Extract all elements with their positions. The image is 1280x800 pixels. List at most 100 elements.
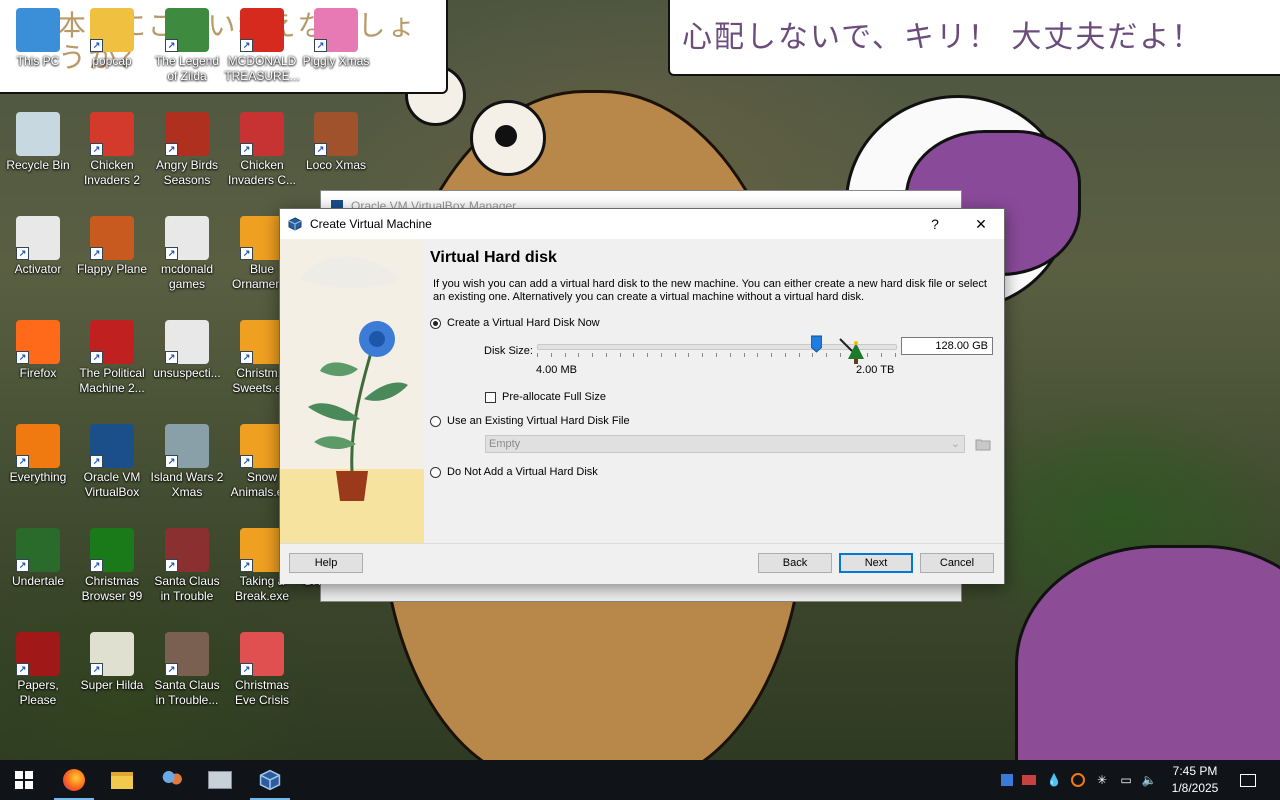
wallpaper-creature-pupil: [495, 125, 517, 147]
radio-create-hard-disk[interactable]: [430, 317, 441, 329]
speech-bubble-right: 心配しないで、キリ！ 大丈夫だよ！: [668, 0, 1280, 76]
desktop-icon[interactable]: ↗ popcap: [74, 4, 150, 100]
next-button[interactable]: Next: [839, 553, 913, 573]
disk-size-input[interactable]: 128.00 GB: [901, 337, 993, 355]
desktop-icon[interactable]: ↗ Chicken Invaders 2: [74, 108, 150, 204]
desktop-icon[interactable]: ↗ The Political Machine 2...: [74, 316, 150, 412]
people-icon: [161, 770, 183, 790]
desktop-icon-label: Super Hilda: [80, 678, 144, 692]
help-button-label: Help: [314, 557, 338, 569]
dialog-titlebar[interactable]: Create Virtual Machine ? ✕: [280, 209, 1004, 239]
santa-trouble-icon: ↗: [165, 528, 209, 572]
help-button[interactable]: Help: [289, 553, 363, 573]
desktop-icon-label: Undertale: [11, 574, 65, 588]
start-button[interactable]: [0, 760, 48, 800]
slider-tick: [771, 353, 772, 357]
slider-min-label: 4.00 MB: [536, 364, 577, 376]
option-existing-hard-disk[interactable]: Use an Existing Virtual Hard Disk File: [430, 415, 630, 427]
desktop-icon[interactable]: ↗ Christmas Browser 99: [74, 524, 150, 620]
back-button[interactable]: Back: [758, 553, 832, 573]
slider-tick: [757, 353, 758, 357]
taskbar-firefox[interactable]: [50, 760, 98, 800]
tray-truck-icon[interactable]: [1021, 772, 1037, 788]
radio-existing-hard-disk[interactable]: [430, 415, 441, 427]
cancel-button[interactable]: Cancel: [920, 553, 994, 573]
create-virtual-machine-dialog[interactable]: Create Virtual Machine ? ✕ Virtual Hard …: [279, 208, 1005, 584]
desktop-icon[interactable]: Recycle Bin: [0, 108, 76, 204]
desktop-icon[interactable]: ↗ The Legend of Zilda: [149, 4, 225, 100]
desktop-icon-label: Christmas Browser 99: [81, 574, 143, 603]
help-titlebar-button[interactable]: ?: [912, 209, 958, 239]
desktop-icon[interactable]: ↗ mcdonald games: [149, 212, 225, 308]
shortcut-arrow-icon: ↗: [16, 247, 29, 260]
scanner-icon: [208, 771, 232, 789]
taskbar-scanner[interactable]: [196, 760, 244, 800]
desktop-icon[interactable]: This PC: [0, 4, 76, 100]
desktop-icon[interactable]: ↗ MCDONALD TREASURE...: [224, 4, 300, 100]
taskbar-file-explorer[interactable]: [98, 760, 146, 800]
radio-no-hard-disk[interactable]: [430, 466, 441, 478]
disk-size-slider-thumb[interactable]: [810, 335, 823, 353]
desktop-icon[interactable]: ↗ Papers, Please: [0, 628, 76, 724]
desktop-icon[interactable]: ↗ Oracle VM VirtualBox: [74, 420, 150, 516]
tray-app-icon[interactable]: [999, 772, 1015, 788]
shortcut-arrow-icon: ↗: [90, 351, 103, 364]
desktop-icon[interactable]: ↗ Super Hilda: [74, 628, 150, 724]
popcap-icon: ↗: [90, 8, 134, 52]
action-center-icon[interactable]: [1238, 772, 1258, 788]
desktop-icon-label: Santa Claus in Trouble...: [154, 678, 220, 707]
preallocate-checkbox-row[interactable]: Pre-allocate Full Size: [485, 391, 606, 403]
cancel-button-label: Cancel: [939, 557, 975, 569]
volume-muted-icon[interactable]: 🔈: [1141, 772, 1157, 788]
shortcut-arrow-icon: ↗: [165, 143, 178, 156]
desktop-icon-label: Chicken Invaders C...: [227, 158, 297, 187]
desktop-icon-label: Flappy Plane: [76, 262, 148, 276]
desktop-icon[interactable]: ↗ Angry Birds Seasons: [149, 108, 225, 204]
slider-tick: [744, 353, 745, 357]
slider-max-label: 2.00 TB: [856, 364, 895, 376]
tray-search-icon[interactable]: [1070, 772, 1086, 788]
desktop-icon[interactable]: ↗ Everything: [0, 420, 76, 516]
christmas-sweets-icon: ↗: [240, 320, 284, 364]
shortcut-arrow-icon: ↗: [240, 663, 253, 676]
tray-snowflake-icon[interactable]: ✳: [1094, 772, 1110, 788]
desktop-icon[interactable]: ↗ Santa Claus in Trouble: [149, 524, 225, 620]
slider-tick: [537, 353, 538, 357]
desktop-icon[interactable]: ↗ Undertale: [0, 524, 76, 620]
wizard-content: Virtual Hard disk If you wish you can ad…: [430, 239, 1000, 543]
desktop-icon[interactable]: ↗ Island Wars 2 Xmas: [149, 420, 225, 516]
blue-ornament-icon: ↗: [240, 216, 284, 260]
desktop-icon[interactable]: ↗ Piggly Xmas: [298, 4, 374, 100]
taskbar-virtualbox[interactable]: [246, 760, 294, 800]
wallpaper-purple-worm: [1015, 545, 1280, 760]
taskbar-people[interactable]: [148, 760, 196, 800]
desktop-icon[interactable]: ↗ Christmas Eve Crisis: [224, 628, 300, 724]
desktop-icon[interactable]: ↗ Firefox: [0, 316, 76, 412]
option-no-hard-disk[interactable]: Do Not Add a Virtual Hard Disk: [430, 466, 598, 478]
desktop-icon[interactable]: ↗ Activator: [0, 212, 76, 308]
desktop-icon[interactable]: ↗ Santa Claus in Trouble...: [149, 628, 225, 724]
slider-tick: [620, 353, 621, 357]
recycle-bin-icon: [16, 112, 60, 156]
desktop-icon-label: Christmas Eve Crisis: [234, 678, 289, 707]
network-icon[interactable]: ▭: [1118, 772, 1134, 788]
this-pc-icon: [16, 8, 60, 52]
system-clock[interactable]: 7:45 PM 1/8/2025: [1166, 763, 1224, 797]
tray-droplet-icon[interactable]: 💧: [1046, 772, 1062, 788]
shortcut-arrow-icon: ↗: [90, 143, 103, 156]
close-button[interactable]: ✕: [958, 209, 1004, 239]
slider-tick: [881, 353, 882, 357]
desktop-icon[interactable]: ↗ Flappy Plane: [74, 212, 150, 308]
desktop-icon[interactable]: ↗ Chicken Invaders C...: [224, 108, 300, 204]
shortcut-arrow-icon: ↗: [314, 143, 327, 156]
desktop-icon-label: Loco Xmas: [305, 158, 367, 172]
desktop-icon-label: Island Wars 2 Xmas: [150, 470, 224, 499]
shortcut-arrow-icon: ↗: [240, 247, 253, 260]
preallocate-checkbox[interactable]: [485, 391, 496, 403]
choose-disk-folder-button: [974, 435, 992, 453]
help-glyph: ?: [931, 216, 939, 232]
option-create-hard-disk[interactable]: Create a Virtual Hard Disk Now: [430, 317, 600, 329]
slider-tick: [785, 353, 786, 357]
desktop-icon[interactable]: ↗ unsuspecti...: [149, 316, 225, 412]
shortcut-arrow-icon: ↗: [165, 39, 178, 52]
